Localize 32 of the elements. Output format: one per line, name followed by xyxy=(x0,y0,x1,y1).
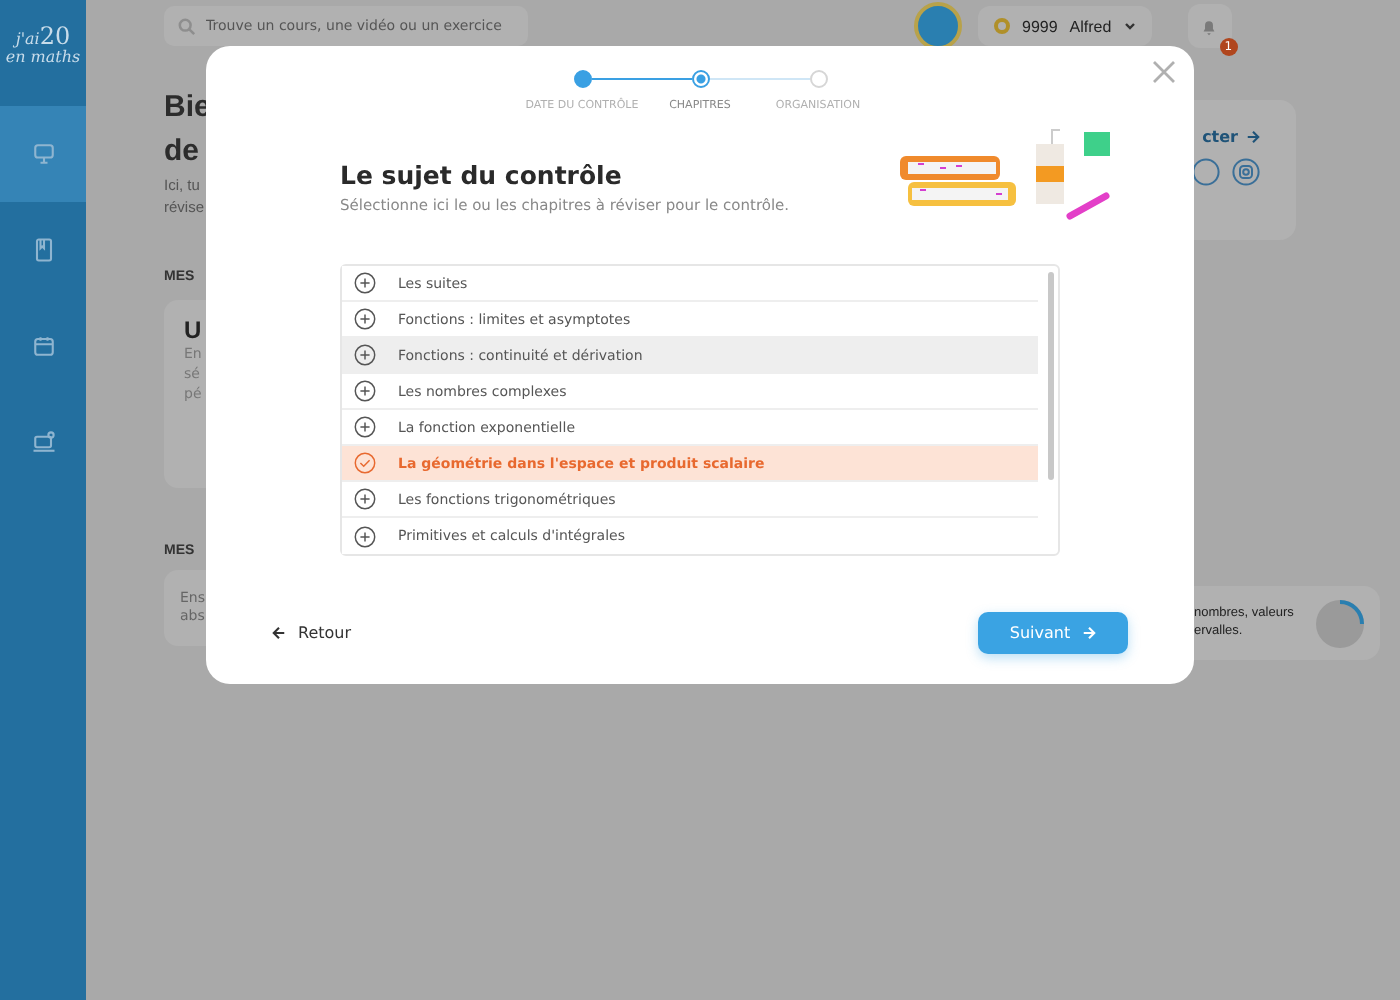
link[interactable]: cter xyxy=(1202,128,1260,146)
logo: j'ai20 en maths xyxy=(5,20,81,70)
coin-count: 9999 xyxy=(1022,17,1058,35)
close-button[interactable] xyxy=(1150,60,1178,88)
check-circle-icon xyxy=(354,452,376,474)
modal-title: Le sujet du contrôle xyxy=(340,160,624,190)
search-icon xyxy=(178,17,196,35)
plus-circle-icon xyxy=(354,525,376,547)
plus-circle-icon xyxy=(354,380,376,402)
social-icon[interactable] xyxy=(1192,158,1220,186)
avatar[interactable] xyxy=(914,2,962,50)
calendar-icon xyxy=(29,332,57,360)
plus-circle-icon xyxy=(354,344,376,366)
sidebar-item[interactable] xyxy=(0,106,86,202)
user-name: Alfred xyxy=(1069,17,1112,35)
bell-icon xyxy=(1200,17,1219,35)
plus-circle-icon xyxy=(354,416,376,438)
arrow-right-icon xyxy=(1246,130,1260,144)
arrow-left-icon xyxy=(272,626,286,640)
progress-ring-icon xyxy=(1312,596,1368,652)
instagram-icon[interactable] xyxy=(1232,158,1260,186)
arrow-right-icon xyxy=(1082,626,1097,640)
plus-circle-icon xyxy=(354,272,376,294)
laptop-icon xyxy=(29,428,57,456)
card-title: U xyxy=(184,316,202,344)
plus-circle-icon xyxy=(354,308,376,330)
plus-circle-icon xyxy=(354,488,376,510)
scrollbar[interactable] xyxy=(1048,272,1054,480)
chevron-down-icon xyxy=(1123,20,1136,32)
coin-icon xyxy=(994,18,1010,34)
user-menu[interactable]: 9999 Alfred xyxy=(978,6,1152,46)
presentation-board-icon xyxy=(29,140,57,168)
